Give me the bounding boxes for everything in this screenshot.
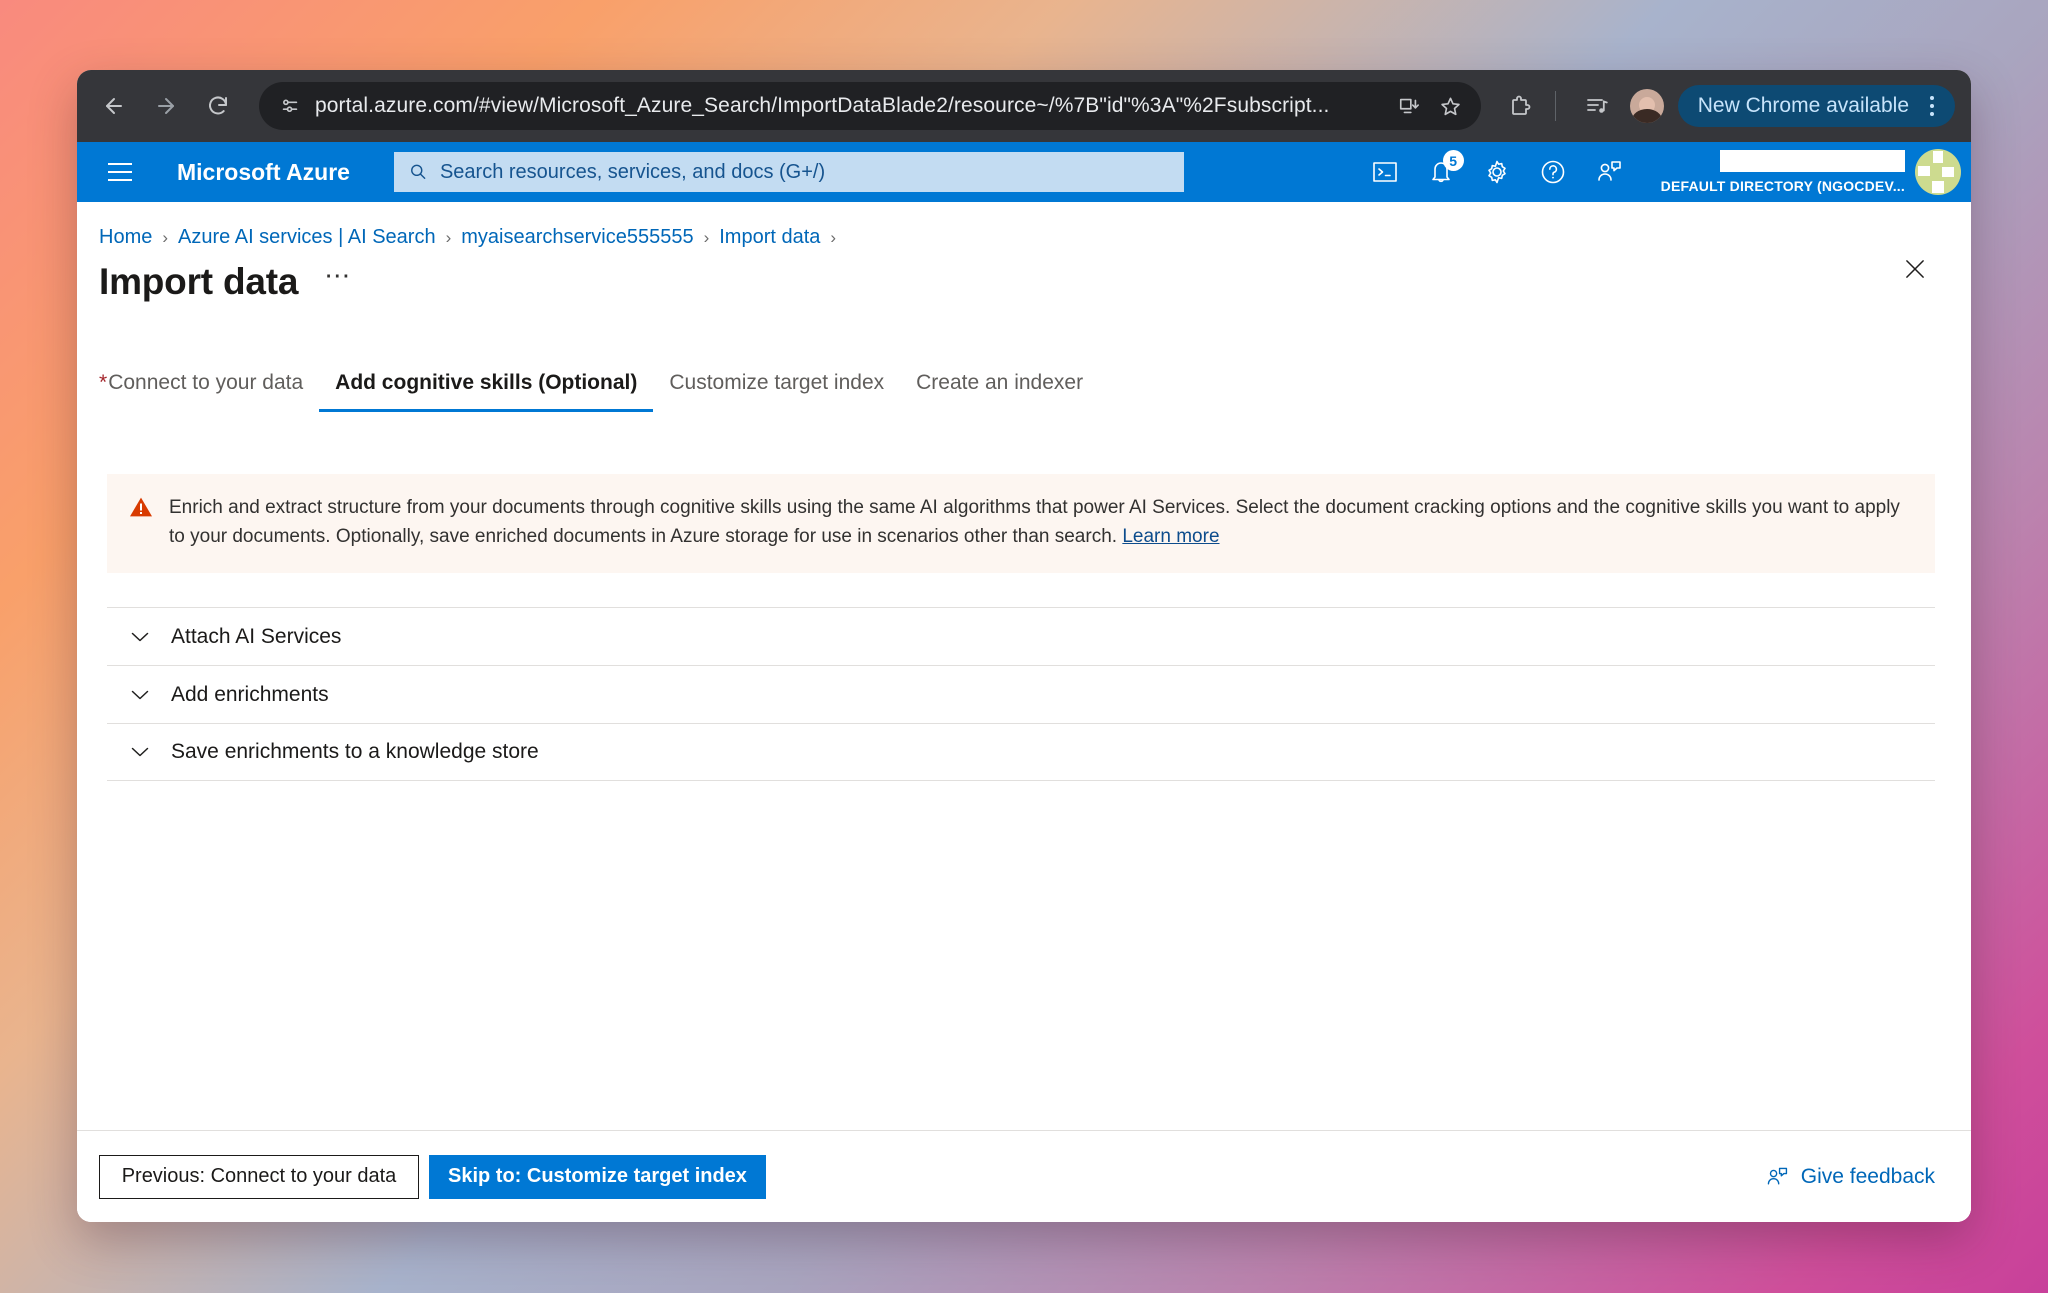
accordion-label: Attach AI Services	[171, 624, 342, 648]
give-feedback-button[interactable]: Give feedback	[1765, 1165, 1935, 1189]
tab-customize-target-index[interactable]: Customize target index	[653, 371, 900, 412]
tab-connect-to-your-data[interactable]: *Connect to your data	[99, 371, 319, 412]
accordion-label: Save enrichments to a knowledge store	[171, 740, 539, 763]
banner-message: Enrich and extract structure from your d…	[169, 497, 1900, 547]
skills-accordion: Attach AI Services Add enrichments Save …	[107, 607, 1935, 781]
media-controls-icon[interactable]	[1578, 87, 1616, 125]
avatar-shape-2	[1918, 166, 1930, 176]
feedback-person-icon[interactable]	[1581, 142, 1637, 202]
notification-badge: 5	[1442, 150, 1464, 171]
breadcrumb-item-ai-services[interactable]: Azure AI services | AI Search	[178, 226, 436, 249]
breadcrumb-separator: ›	[162, 227, 169, 247]
chrome-menu-icon[interactable]	[1919, 96, 1945, 116]
accordion-save-enrichments-knowledge-store[interactable]: Save enrichments to a knowledge store	[107, 723, 1935, 781]
tab-create-an-indexer[interactable]: Create an indexer	[900, 371, 1099, 412]
warning-icon	[129, 496, 153, 523]
account-avatar[interactable]	[1915, 149, 1961, 195]
avatar-shape-3	[1942, 167, 1954, 177]
accordion-attach-ai-services[interactable]: Attach AI Services	[107, 607, 1935, 665]
avatar-shape-1	[1933, 151, 1943, 163]
url-text: portal.azure.com/#view/Microsoft_Azure_S…	[315, 94, 1330, 117]
cloud-shell-icon[interactable]	[1357, 142, 1413, 202]
gear-icon[interactable]	[1469, 142, 1525, 202]
new-chrome-label: New Chrome available	[1697, 94, 1909, 117]
browser-toolbar: portal.azure.com/#view/Microsoft_Azure_S…	[77, 70, 1971, 142]
wizard-tabs: *Connect to your data Add cognitive skil…	[77, 371, 1971, 412]
new-chrome-available-button[interactable]: New Chrome available	[1677, 85, 1955, 127]
breadcrumb-separator: ›	[703, 227, 710, 247]
browser-window: portal.azure.com/#view/Microsoft_Azure_S…	[77, 70, 1971, 1222]
directory-name: DEFAULT DIRECTORY (NGOCDEV...	[1660, 178, 1905, 194]
more-options-icon[interactable]: ⋯	[324, 262, 352, 302]
address-bar[interactable]: portal.azure.com/#view/Microsoft_Azure_S…	[259, 82, 1481, 130]
breadcrumb-item-home[interactable]: Home	[99, 226, 152, 249]
azure-brand-link[interactable]: Microsoft Azure	[177, 159, 350, 186]
global-search-input[interactable]: Search resources, services, and docs (G+…	[393, 152, 1184, 192]
notifications-icon[interactable]: 5	[1413, 142, 1469, 202]
breadcrumb-item-import-data[interactable]: Import data	[719, 226, 820, 249]
chevron-down-icon	[129, 741, 151, 763]
blade-content: Enrich and extract structure from your d…	[77, 412, 1971, 1130]
portal-blade: Home › Azure AI services | AI Search › m…	[77, 202, 1971, 1222]
banner-text-block: Enrich and extract structure from your d…	[169, 494, 1913, 551]
breadcrumb-separator: ›	[830, 227, 837, 247]
tab-label: Connect to your data	[108, 371, 304, 394]
azure-global-header: Microsoft Azure Search resources, servic…	[77, 142, 1971, 202]
account-name-field	[1720, 150, 1905, 172]
feedback-person-icon	[1767, 1167, 1787, 1185]
profile-avatar[interactable]	[1629, 89, 1664, 123]
accordion-add-enrichments[interactable]: Add enrichments	[107, 665, 1935, 723]
chevron-down-icon	[129, 626, 151, 648]
directory-switcher[interactable]: DEFAULT DIRECTORY (NGOCDEV...	[1661, 142, 1905, 202]
extensions-icon[interactable]	[1501, 87, 1539, 125]
tab-label: Create an indexer	[916, 371, 1084, 394]
breadcrumb-separator: ›	[445, 227, 452, 247]
site-info-icon[interactable]	[277, 93, 303, 119]
page-header: Import data ⋯	[77, 249, 1971, 303]
avatar-shape-4	[1932, 181, 1944, 193]
accordion-label: Add enrichments	[171, 682, 329, 706]
tab-add-cognitive-skills[interactable]: Add cognitive skills (Optional)	[319, 371, 654, 412]
close-icon[interactable]	[1897, 251, 1933, 287]
help-icon[interactable]	[1525, 142, 1581, 202]
required-indicator: *	[99, 371, 108, 394]
breadcrumb: Home › Azure AI services | AI Search › m…	[77, 202, 1971, 249]
wizard-footer: Previous: Connect to your data Skip to: …	[77, 1130, 1971, 1222]
toolbar-divider	[1554, 91, 1556, 121]
install-app-icon[interactable]	[1393, 90, 1425, 122]
back-icon[interactable]	[93, 85, 135, 127]
portal-menu-icon[interactable]	[99, 151, 141, 193]
bookmark-star-icon[interactable]	[1435, 90, 1467, 122]
global-search-placeholder: Search resources, services, and docs (G+…	[439, 160, 826, 183]
chevron-down-icon	[129, 684, 151, 706]
breadcrumb-item-service[interactable]: myaisearchservice555555	[461, 226, 693, 249]
previous-button[interactable]: Previous: Connect to your data	[99, 1154, 419, 1199]
azure-header-actions: 5 DEFAULT DIRECTORY (NGOCDEV...	[1357, 142, 1971, 202]
search-icon	[410, 164, 426, 179]
forward-icon[interactable]	[145, 85, 187, 127]
skip-to-customize-target-index-button[interactable]: Skip to: Customize target index	[429, 1154, 766, 1199]
give-feedback-label: Give feedback	[1800, 1164, 1935, 1188]
reload-icon[interactable]	[197, 85, 239, 127]
page-title: Import data	[99, 261, 299, 302]
info-banner: Enrich and extract structure from your d…	[107, 474, 1935, 573]
learn-more-link[interactable]: Learn more	[1122, 526, 1219, 547]
tab-label: Add cognitive skills (Optional)	[335, 371, 638, 394]
tab-label: Customize target index	[669, 371, 885, 394]
